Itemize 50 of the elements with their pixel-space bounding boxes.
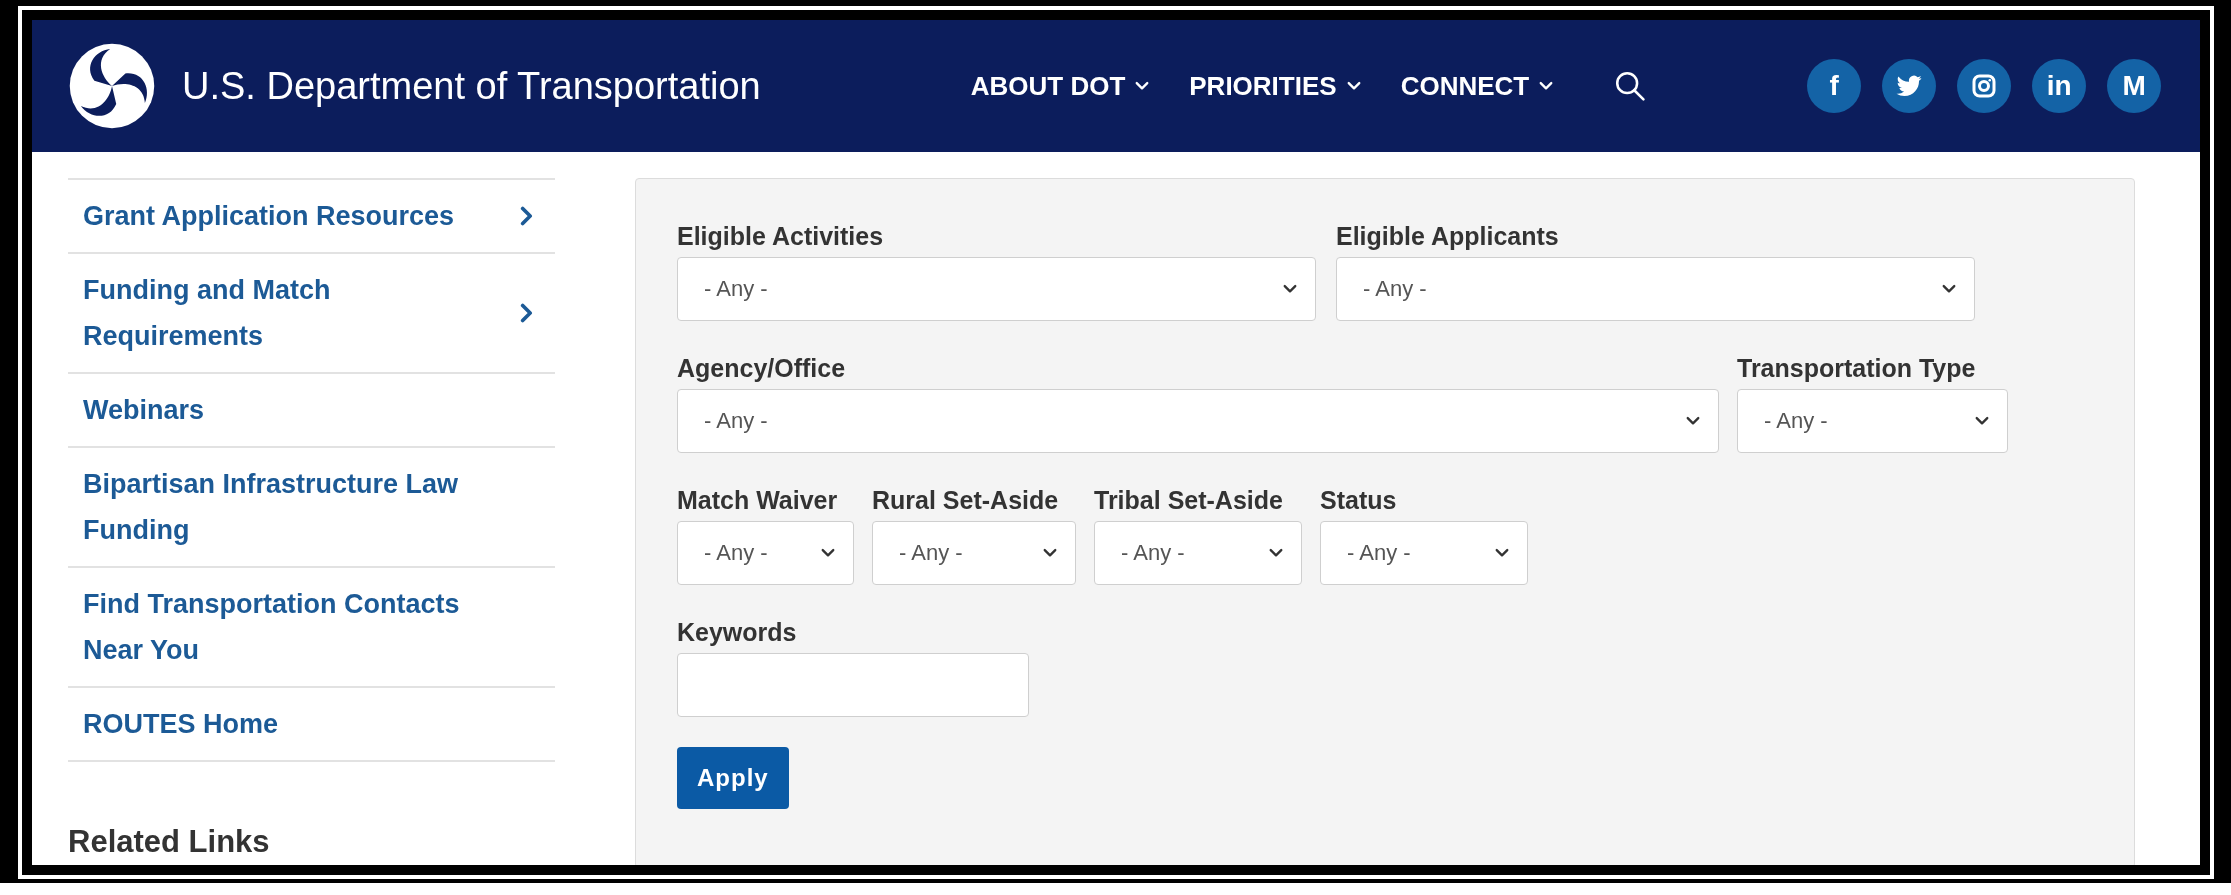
- dropdown[interactable]: - Any -: [677, 257, 1316, 321]
- dropdown[interactable]: - Any -: [1336, 257, 1975, 321]
- sidebar-link[interactable]: Funding and Match Requirements: [68, 254, 555, 374]
- dropdown[interactable]: - Any -: [1094, 521, 1302, 585]
- chevron-icon: [821, 548, 835, 558]
- chevron-icon: [1495, 548, 1509, 558]
- nav-menu[interactable]: CONNECT: [1400, 70, 1554, 102]
- site-title: U.S. Department of Transportation: [182, 64, 761, 108]
- chevron-icon: [1283, 284, 1297, 294]
- field-label: Status: [1320, 485, 1398, 516]
- field-label: Rural Set-Aside: [872, 485, 1060, 516]
- social-link[interactable]: [1957, 59, 2012, 113]
- sidebar-link[interactable]: Webinars: [68, 374, 555, 448]
- chevron-icon: [1975, 416, 1989, 426]
- field-label: Match Waiver: [677, 485, 839, 516]
- nav-menu[interactable]: ABOUT DOT: [970, 70, 1150, 102]
- chevron-right-icon: [519, 206, 533, 226]
- nav-menu[interactable]: PRIORITIES: [1189, 70, 1361, 102]
- sidebar-link[interactable]: Grant Application Resources: [68, 180, 555, 254]
- social-link[interactable]: f: [1807, 59, 1862, 113]
- chevron-icon: [1043, 548, 1057, 558]
- input-field[interactable]: [677, 653, 1029, 717]
- dropdown[interactable]: - Any -: [1737, 389, 2008, 453]
- chevron-icon: [1135, 81, 1150, 91]
- social-link[interactable]: [1882, 59, 1937, 113]
- field-label: Agency/Office: [677, 353, 847, 384]
- field-label: Eligible Applicants: [1336, 221, 1560, 252]
- field-label: Keywords: [677, 617, 798, 648]
- logo-icon: [68, 42, 156, 130]
- sidebar-link[interactable]: ROUTES Home: [68, 688, 555, 762]
- social-link[interactable]: in: [2032, 59, 2087, 113]
- dropdown[interactable]: - Any -: [872, 521, 1076, 585]
- sidebar-link[interactable]: Bipartisan Infrastructure Law Funding: [68, 448, 555, 568]
- chevron-icon: [1686, 416, 1700, 426]
- field-label: Tribal Set-Aside: [1094, 485, 1284, 516]
- sidebar-link[interactable]: Find Transportation Contacts Near You: [68, 568, 555, 688]
- apply-button[interactable]: Apply: [677, 747, 789, 809]
- dropdown[interactable]: - Any -: [1320, 521, 1528, 585]
- chevron-icon: [1539, 81, 1554, 91]
- search-icon[interactable]: [1613, 69, 1648, 103]
- chevron-icon: [1269, 548, 1283, 558]
- dropdown[interactable]: - Any -: [677, 389, 1719, 453]
- social-link[interactable]: M: [2107, 59, 2162, 113]
- section-heading: Related Links: [68, 824, 271, 860]
- field-label: Transportation Type: [1737, 353, 1977, 384]
- chevron-icon: [1942, 284, 1956, 294]
- dropdown[interactable]: - Any -: [677, 521, 854, 585]
- chevron-icon: [1346, 81, 1361, 91]
- chevron-right-icon: [519, 303, 533, 323]
- field-label: Eligible Activities: [677, 221, 885, 252]
